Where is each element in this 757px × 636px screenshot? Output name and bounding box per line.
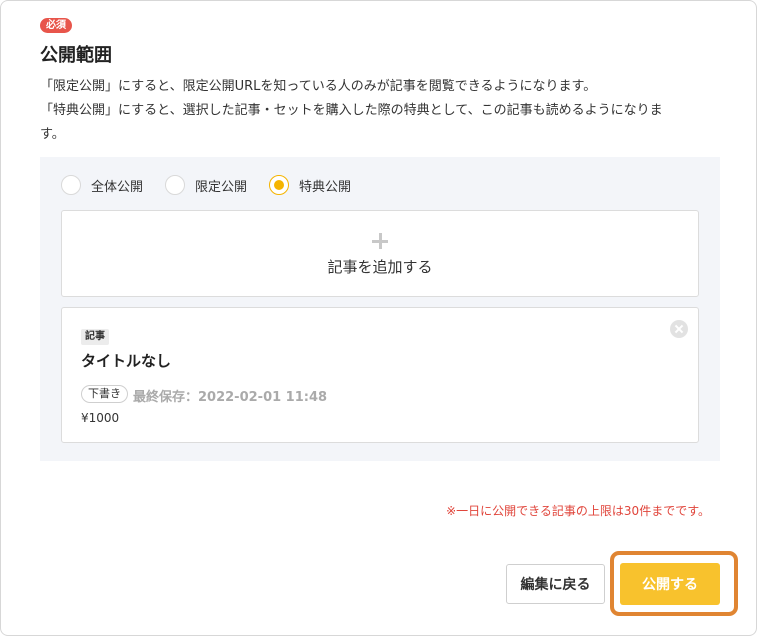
description-line-3-text: す。 xyxy=(40,127,65,142)
radio-limited[interactable]: 限定公開 xyxy=(165,175,247,195)
last-saved-text: 最終保存：2022-02-01 11:48 xyxy=(133,390,328,405)
article-type-tag: 記事 xyxy=(81,329,109,345)
radio-public-circle[interactable] xyxy=(61,175,81,195)
close-icon[interactable] xyxy=(670,320,688,338)
section-title: 公開範囲 xyxy=(40,45,112,66)
description-line-2-text: 「特典公開」にすると、選択した記事・セットを購入した際の特典として、この記事も読… xyxy=(40,103,663,118)
status-badge: 下書き xyxy=(81,385,128,403)
plus-icon xyxy=(372,233,388,249)
required-badge: 必須 xyxy=(40,18,72,33)
visibility-radio-group: 全体公開 限定公開 特典公開 xyxy=(61,175,373,195)
description-line-2: 「特典公開」にすると、選択した記事・セットを購入した際の特典として、この記事も読… xyxy=(40,99,730,147)
article-price: ¥1000 xyxy=(81,411,120,425)
radio-bonus-label: 特典公開 xyxy=(299,179,352,195)
radio-limited-circle[interactable] xyxy=(165,175,186,195)
publish-button[interactable]: 公開する xyxy=(620,563,720,605)
radio-selected-dot xyxy=(274,180,285,190)
visibility-options-box: 全体公開 限定公開 特典公開 記事を追加する 記事 タイトルなし 下書き 最終保… xyxy=(40,157,720,461)
add-article-button[interactable]: 記事を追加する xyxy=(61,210,699,297)
radio-public[interactable]: 全体公開 xyxy=(61,175,143,195)
radio-bonus-circle[interactable] xyxy=(269,175,290,195)
add-article-label: 記事を追加する xyxy=(327,258,433,276)
article-title: タイトルなし xyxy=(81,352,172,370)
radio-bonus[interactable]: 特典公開 xyxy=(269,175,351,195)
publish-settings-panel: 必須 公開範囲 「限定公開」にすると、限定公開URLを知っている人のみが記事を閲… xyxy=(0,0,757,636)
selected-article-card: 記事 タイトルなし 下書き 最終保存：2022-02-01 11:48 ¥100… xyxy=(61,307,699,443)
radio-limited-label: 限定公開 xyxy=(195,179,248,195)
publish-limit-note: ※一日に公開できる記事の上限は30件までです。 xyxy=(446,504,710,518)
description-line-1: 「限定公開」にすると、限定公開URLを知っている人のみが記事を閲覧できるようにな… xyxy=(40,79,597,94)
back-to-edit-button[interactable]: 編集に戻る xyxy=(506,564,605,604)
radio-public-label: 全体公開 xyxy=(91,179,144,195)
